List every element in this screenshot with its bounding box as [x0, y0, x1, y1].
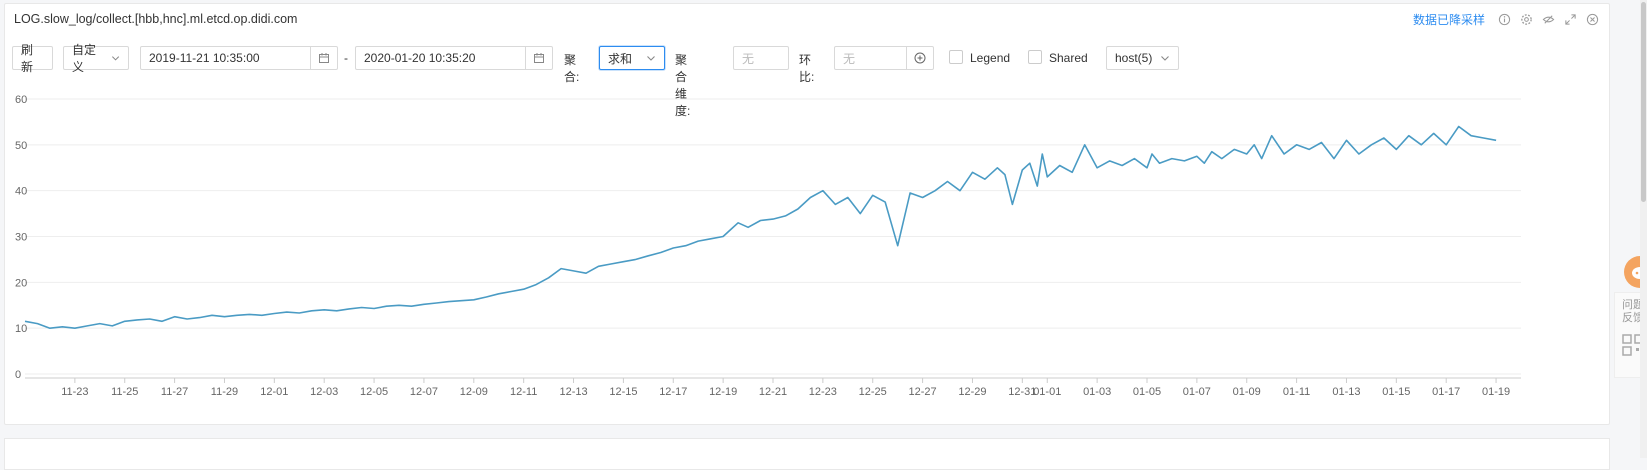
x-tick-label: 12-27: [909, 386, 937, 398]
x-tick-label: 11-23: [61, 386, 88, 398]
next-chart-panel: [4, 438, 1610, 470]
x-tick-label: 12-29: [958, 386, 986, 398]
x-tick-label: 12-03: [310, 386, 338, 398]
x-tick-label: 01-07: [1183, 386, 1211, 398]
x-tick-label: 01-19: [1482, 386, 1510, 398]
x-tick-label: 12-23: [809, 386, 837, 398]
y-tick-label: 30: [15, 232, 27, 244]
x-tick-label: 12-21: [759, 386, 787, 398]
x-tick-label: 01-09: [1233, 386, 1261, 398]
x-tick-label: 11-27: [161, 386, 188, 398]
x-tick-label: 01-01: [1033, 386, 1061, 398]
y-tick-label: 60: [15, 94, 27, 106]
series-line: [24, 125, 1497, 330]
x-tick-label: 12-25: [859, 386, 887, 398]
x-tick-label: 11-29: [211, 386, 238, 398]
x-tick-label: 01-03: [1083, 386, 1111, 398]
x-tick-label: 01-05: [1133, 386, 1161, 398]
page-scrollbar-thumb[interactable]: [1641, 2, 1646, 202]
line-chart[interactable]: 0 10 20 30 40 50 60 11-23 11-25 11-27 11-29 12-01 12…: [5, 4, 1609, 424]
x-tick-label: 11-25: [111, 386, 138, 398]
x-tick-label: 01-11: [1283, 386, 1310, 398]
x-tick-label: 01-17: [1432, 386, 1460, 398]
y-tick-label: 40: [15, 186, 27, 198]
y-tick-label: 20: [15, 277, 27, 289]
x-tick-label: 12-31: [1008, 386, 1036, 398]
x-tick-label: 12-01: [260, 386, 288, 398]
x-tick-label: 12-13: [559, 386, 587, 398]
x-tick-label: 12-15: [609, 386, 637, 398]
y-tick-label: 10: [15, 323, 27, 335]
y-tick-label: 0: [15, 369, 21, 381]
x-tick-label: 12-05: [360, 386, 388, 398]
y-tick-label: 50: [15, 140, 27, 152]
x-tick-label: 12-19: [709, 386, 737, 398]
x-tick-label: 01-13: [1332, 386, 1360, 398]
x-tick-label: 12-17: [659, 386, 687, 398]
x-tick-label: 12-09: [460, 386, 488, 398]
x-tick-label: 01-15: [1382, 386, 1410, 398]
chart-panel: LOG.slow_log/collect.[hbb,hnc].ml.etcd.o…: [4, 3, 1610, 425]
x-tick-label: 12-11: [510, 386, 537, 398]
x-tick-label: 12-07: [410, 386, 438, 398]
